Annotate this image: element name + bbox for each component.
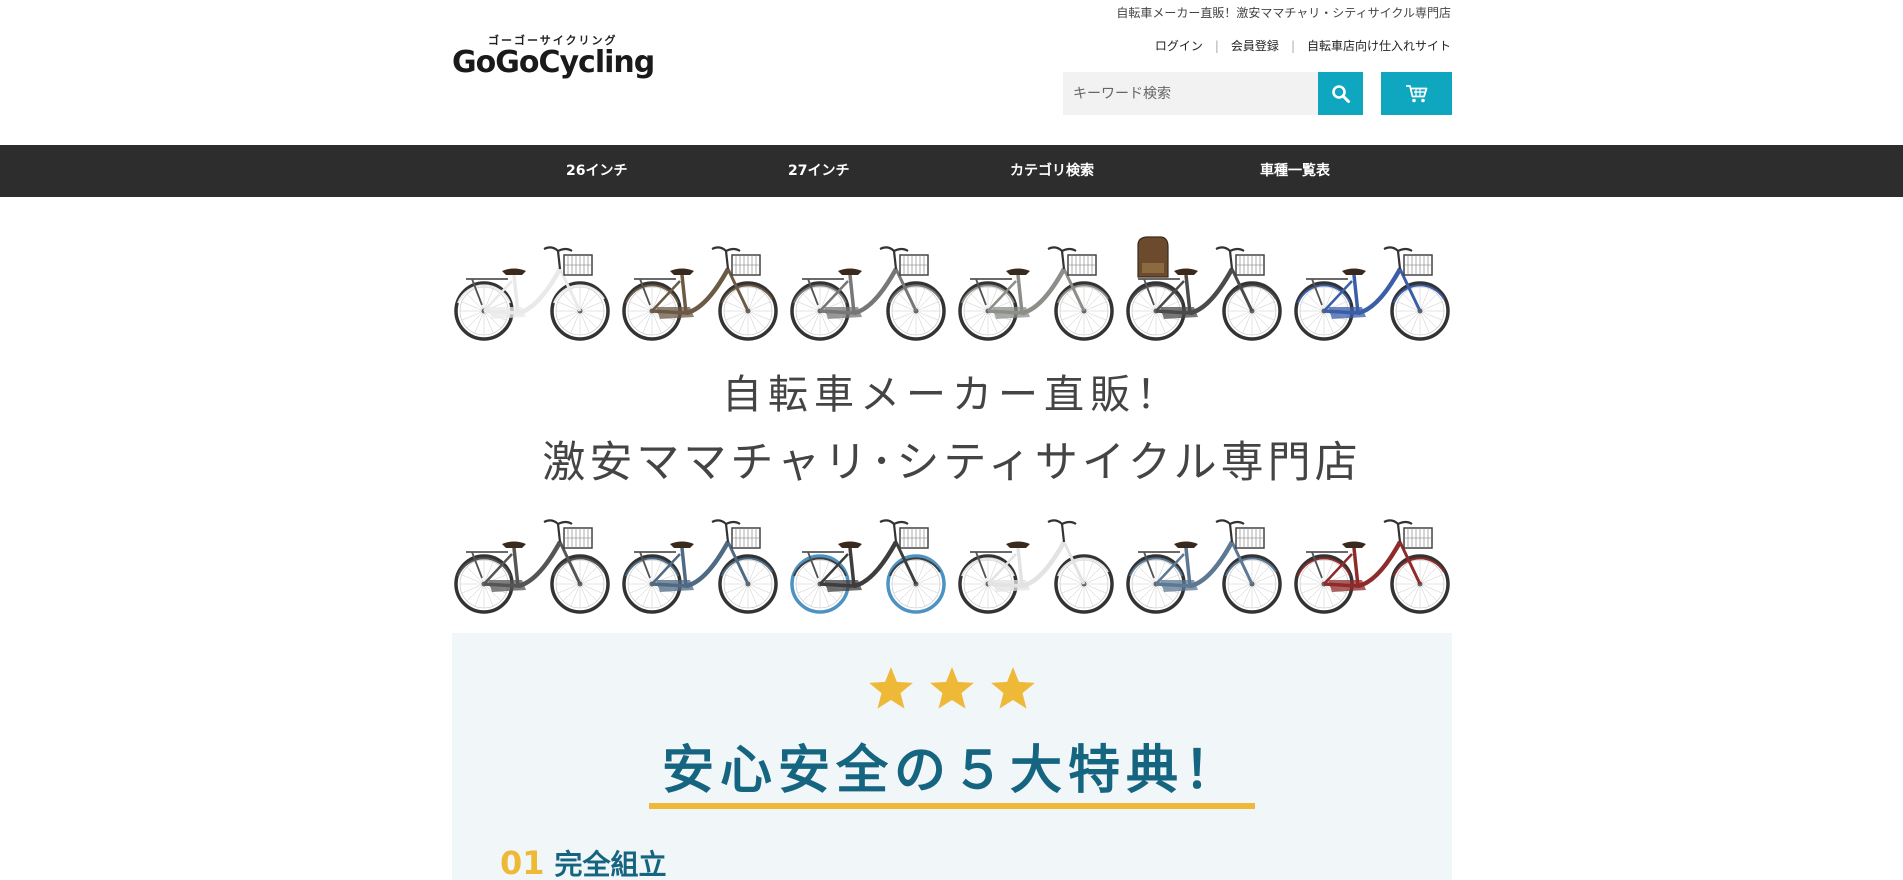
benefit-item: 01 完全組立 <box>500 843 667 880</box>
site-header: 自転車メーカー直販！激安ママチャリ・シティサイクル専門店 ゴーゴーサイクリング … <box>0 0 1903 145</box>
logo-text: GoGoCycling <box>452 45 655 80</box>
hero-heading-1: 自転車メーカー直販！ <box>722 372 1182 418</box>
bike-row-bottom <box>452 506 1452 621</box>
title-underline <box>649 803 1255 809</box>
header-links: ログイン | 会員登録 | 自転車店向け仕入れサイト <box>1155 37 1451 54</box>
bicycle-image <box>958 246 1114 341</box>
bicycle-image <box>1294 519 1450 614</box>
bicycle-image <box>1126 236 1282 341</box>
link-separator: | <box>1290 38 1295 53</box>
star-icon <box>869 667 913 709</box>
bicycle-image <box>454 246 610 341</box>
nav-27inch[interactable]: 27インチ <box>788 145 849 197</box>
nav-26inch[interactable]: 26インチ <box>566 145 627 197</box>
login-link[interactable]: ログイン <box>1155 37 1203 54</box>
star-icon <box>930 667 974 709</box>
bicycle-image <box>790 519 946 614</box>
benefit-number: 01 <box>500 844 545 880</box>
benefit-title: 完全組立 <box>554 848 667 880</box>
hero-heading-2: 激安ママチャリ･シティサイクル専門店 <box>542 438 1362 488</box>
header-tagline: 自転車メーカー直販！激安ママチャリ・シティサイクル専門店 <box>1116 6 1451 20</box>
register-link[interactable]: 会員登録 <box>1231 37 1279 54</box>
site-logo[interactable]: ゴーゴーサイクリング GoGoCycling <box>452 30 662 90</box>
search-input[interactable] <box>1063 72 1318 115</box>
benefits-title: 安心安全の５大特典！ <box>661 741 1242 801</box>
bike-row-top <box>452 233 1452 348</box>
bicycle-image <box>454 519 610 614</box>
bicycle-image <box>622 246 778 341</box>
star-rating <box>867 665 1037 715</box>
wholesale-link[interactable]: 自転車店向け仕入れサイト <box>1307 37 1451 54</box>
star-icon <box>991 667 1035 709</box>
main-nav: 26インチ 27インチ カテゴリ検索 車種一覧表 <box>0 145 1903 197</box>
bicycle-image <box>790 246 946 341</box>
search-button[interactable] <box>1318 72 1363 115</box>
cart-button[interactable] <box>1381 72 1452 115</box>
bicycle-image <box>622 519 778 614</box>
search-bar <box>1063 72 1363 115</box>
bicycle-image <box>958 519 1114 614</box>
hero-banner[interactable]: 自転車メーカー直販！ 激安ママチャリ･シティサイクル専門店 <box>452 228 1452 618</box>
search-icon <box>1331 84 1350 103</box>
bicycle-image <box>1294 246 1450 341</box>
nav-category-search[interactable]: カテゴリ検索 <box>1010 145 1094 197</box>
benefits-section: 安心安全の５大特典！ 01 完全組立 <box>452 633 1452 880</box>
nav-model-list[interactable]: 車種一覧表 <box>1260 145 1330 197</box>
link-separator: | <box>1214 38 1219 53</box>
bicycle-image <box>1126 519 1282 614</box>
cart-icon <box>1405 84 1427 102</box>
